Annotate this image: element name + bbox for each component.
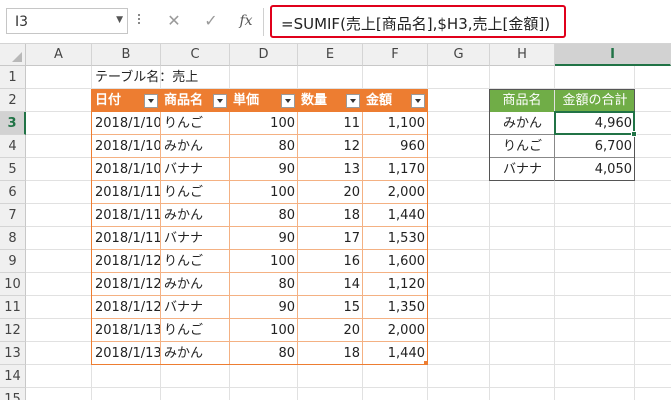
formula-input[interactable]: =SUMIF(売上[商品名],$H3,売上[金額]) xyxy=(270,5,566,38)
name-box[interactable]: I3 ▼ xyxy=(6,8,128,34)
column-header-d[interactable]: D xyxy=(230,44,298,66)
table-resize-handle[interactable] xyxy=(424,361,428,365)
row-header-11[interactable]: 11 xyxy=(0,296,26,319)
row-header-7[interactable]: 7 xyxy=(0,204,26,227)
row-header-4[interactable]: 4 xyxy=(0,135,26,158)
row-header-13[interactable]: 13 xyxy=(0,342,26,365)
formula-bar: I3 ▼ ✕ ✓ fx =SUMIF(売上[商品名],$H3,売上[金額]) xyxy=(0,0,671,44)
row-header-8[interactable]: 8 xyxy=(0,227,26,250)
row-header-10[interactable]: 10 xyxy=(0,273,26,296)
table-border xyxy=(91,89,428,365)
summary-table-border xyxy=(489,89,635,181)
column-header-g[interactable]: G xyxy=(428,44,490,66)
row-header-9[interactable]: 9 xyxy=(0,250,26,273)
fill-handle[interactable] xyxy=(631,131,637,137)
active-cell-cursor xyxy=(554,111,635,135)
row-header-1[interactable]: 1 xyxy=(0,66,26,89)
column-header-e[interactable]: E xyxy=(298,44,363,66)
row-header-6[interactable]: 6 xyxy=(0,181,26,204)
row-header-15[interactable]: 15 xyxy=(0,388,26,400)
column-header-f[interactable]: F xyxy=(363,44,428,66)
column-header-i[interactable]: I xyxy=(555,44,671,66)
row-header-3[interactable]: 3 xyxy=(0,112,26,135)
select-all-button[interactable] xyxy=(0,44,26,66)
table-name-caption: テーブル名：売上 xyxy=(95,70,199,85)
more-icon[interactable] xyxy=(136,12,142,30)
insert-function-icon[interactable]: fx xyxy=(234,10,258,32)
cancel-icon[interactable]: ✕ xyxy=(162,10,186,32)
column-header-h[interactable]: H xyxy=(490,44,555,66)
formula-divider xyxy=(263,8,264,36)
spreadsheet-grid[interactable]: A B C D E F G H I 1 2 3 4 5 6 7 8 9 10 11 12 13 14 15 テーブル名：売上 日付… xyxy=(0,44,671,400)
row-header-14[interactable]: 14 xyxy=(0,365,26,388)
name-box-value: I3 xyxy=(15,14,29,30)
row-header-12[interactable]: 12 xyxy=(0,319,26,342)
column-header-c[interactable]: C xyxy=(161,44,230,66)
row-header-2[interactable]: 2 xyxy=(0,89,26,112)
row-header-5[interactable]: 5 xyxy=(0,158,26,181)
chevron-down-icon[interactable]: ▼ xyxy=(116,15,123,25)
column-header-b[interactable]: B xyxy=(92,44,161,66)
formula-text: =SUMIF(売上[商品名],$H3,売上[金額]) xyxy=(281,15,551,33)
enter-icon[interactable]: ✓ xyxy=(199,10,223,32)
column-header-a[interactable]: A xyxy=(26,44,92,66)
gridline-horizontal xyxy=(26,387,671,388)
